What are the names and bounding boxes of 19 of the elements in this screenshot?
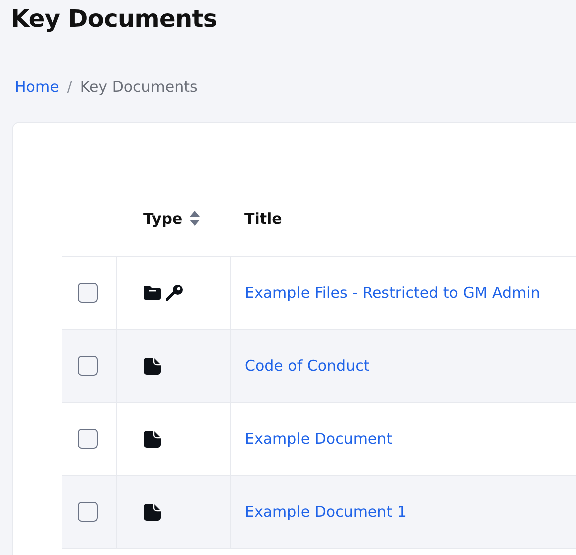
document-title-link[interactable]: Example Document 1 [245,503,407,521]
document-icon [144,358,161,374]
row-checkbox[interactable] [78,283,98,303]
document-icon [144,504,161,520]
breadcrumb-link[interactable]: Home [15,78,60,96]
document-title-link[interactable]: Code of Conduct [245,357,370,375]
row-checkbox[interactable] [78,502,98,522]
sort-icon[interactable] [190,211,200,226]
document-title-link[interactable]: Example Files - Restricted to GM Admin [245,284,540,302]
document-icon [144,430,161,448]
breadcrumb-separator: / [67,78,72,96]
folder-icon [144,286,161,300]
column-header[interactable]: Type [144,210,183,228]
row-checkbox[interactable] [78,429,98,449]
page-title: Key Documents [10,4,218,35]
row-checkbox[interactable] [78,356,98,376]
breadcrumb-current: Key Documents [80,78,198,96]
document-title-link[interactable]: Example Document [245,430,393,448]
column-header: Title [244,210,282,228]
